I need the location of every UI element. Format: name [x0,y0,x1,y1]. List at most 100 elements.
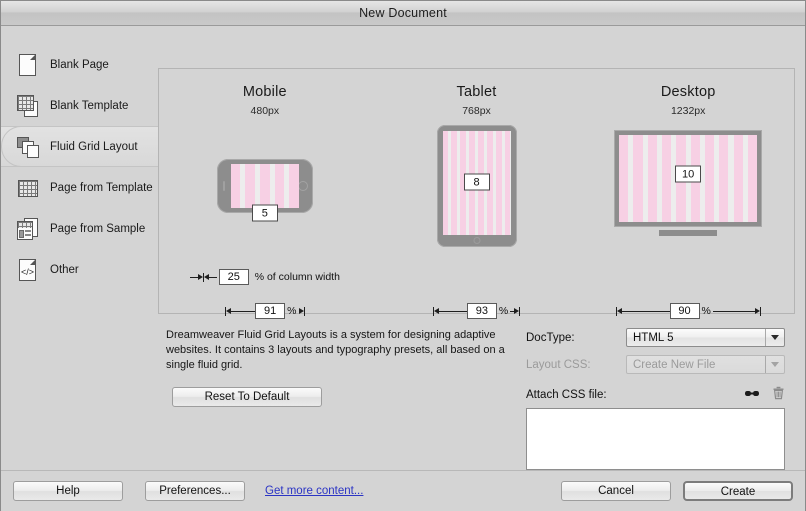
trash-icon[interactable] [772,386,785,403]
device-title: Mobile [242,84,287,100]
sidebar-item-label: Other [50,263,79,276]
grid-column-stripe [647,135,657,222]
layout-css-select: Create New File [626,355,785,374]
grid-column-stripe [274,164,285,208]
dialog-footer: Help Preferences... Get more content... … [1,470,805,511]
doctype-row: DocType: HTML 5 [526,328,785,347]
phone-screen [230,164,299,208]
doctype-selected-value: HTML 5 [633,331,674,344]
page-from-sample-icon [15,216,41,242]
layout-css-selected-value: Create New File [633,358,716,371]
device-stage-desktop: 10 90 % [582,117,794,319]
blank-page-icon [15,52,41,78]
gutter-input-mobile[interactable]: 25 [218,269,249,285]
fluid-grid-layout-icon [15,134,41,160]
width-measure-mobile: 91 % [159,303,371,319]
grid-column-stripe [451,131,458,235]
code-other-icon: </> [15,257,41,283]
doctype-select[interactable]: HTML 5 [626,328,785,347]
sidebar-item-label: Page from Template [50,181,153,194]
sidebar-item-other[interactable]: </> Other [1,249,158,290]
grid-column-stripe [747,135,758,222]
column-count-input-mobile[interactable]: 5 [251,204,278,222]
monitor-stand-graphic [659,230,718,236]
layout-css-label: Layout CSS: [526,358,591,371]
create-button[interactable]: Create [683,481,793,501]
new-document-dialog: New Document Blank Page Blank Template F… [0,0,806,511]
sidebar-item-page-from-sample[interactable]: Page from Sample [1,208,158,249]
chevron-down-icon [765,356,784,373]
grid-column-stripe [230,164,241,208]
width-input-desktop[interactable]: 90 [669,303,700,319]
link-chain-icon[interactable] [744,387,760,402]
grid-column-stripe [633,135,643,222]
device-stage-mobile: 5 25 % of column width 91 % [159,117,371,319]
device-stage-tablet: 8 93 % [371,117,583,319]
width-measure-tablet: 93 % [371,303,583,319]
width-unit-mobile: % [287,305,297,317]
sidebar-item-page-from-template[interactable]: Page from Template [1,167,158,208]
device-title: Tablet [456,84,497,100]
device-title: Desktop [660,84,716,100]
doctype-label: DocType: [526,331,575,344]
dialog-titlebar: New Document [1,1,805,26]
column-stripes-mobile [230,164,299,208]
layout-css-row: Layout CSS: Create New File [526,355,785,374]
width-arrow-right-icon [298,305,305,317]
sidebar-item-label: Blank Page [50,58,109,71]
category-sidebar: Blank Page Blank Template Fluid Grid Lay… [1,26,158,470]
reset-to-default-button[interactable]: Reset To Default [172,387,322,407]
sidebar-item-fluid-grid-layout[interactable]: Fluid Grid Layout [1,126,158,167]
cancel-button[interactable]: Cancel [561,481,671,501]
sidebar-item-label: Fluid Grid Layout [50,140,138,153]
attach-css-actions [744,386,785,403]
width-arrow-right-icon [510,305,521,317]
lower-section: Dreamweaver Fluid Grid Layouts is a syst… [158,328,795,470]
dialog-body: Blank Page Blank Template Fluid Grid Lay… [1,26,805,470]
width-measure-desktop: 90 % [582,303,794,319]
width-arrow-left-icon [615,305,670,317]
attach-css-file-list[interactable] [526,408,785,470]
grid-column-stripe [719,135,729,222]
column-count-input-desktop[interactable]: 10 [675,165,702,183]
chevron-down-icon [765,329,784,346]
phone-speaker-icon [222,181,225,191]
sidebar-item-blank-page[interactable]: Blank Page [1,44,158,85]
grid-column-stripe [442,131,449,235]
grid-column-stripe [260,164,270,208]
grid-column-stripe [733,135,743,222]
main-panel: Mobile 480px 5 25 % of column width 91 %… [158,26,805,470]
sidebar-item-blank-template[interactable]: Blank Template [1,85,158,126]
grid-column-stripe [504,131,511,235]
grid-column-stripe [619,135,629,222]
help-button[interactable]: Help [13,481,123,501]
fluid-grid-preview: Mobile 480px 5 25 % of column width 91 %… [158,68,795,319]
device-previews: Mobile 480px 5 25 % of column width 91 %… [159,69,794,319]
preferences-button[interactable]: Preferences... [145,481,245,501]
page-from-template-icon [15,175,41,201]
width-arrow-left-icon [432,305,467,317]
attach-css-header: Attach CSS file: [526,386,785,403]
device-width-label: 480px [250,105,280,117]
description-section: Dreamweaver Fluid Grid Layouts is a syst… [158,328,526,470]
column-count-input-tablet[interactable]: 8 [463,173,490,191]
tablet-home-button-icon [473,237,480,244]
device-column-mobile: Mobile 480px 5 25 % of column width 91 % [159,69,371,319]
device-column-tablet: Tablet 768px 8 93 % [371,69,583,319]
dialog-title: New Document [359,6,447,20]
width-input-tablet[interactable]: 93 [466,303,497,319]
attach-css-label: Attach CSS file: [526,388,607,401]
options-section: DocType: HTML 5 Layout CSS: Create New F… [526,328,795,470]
grid-column-stripe [495,131,502,235]
width-arrow-left-icon [225,305,256,317]
blank-template-icon [15,93,41,119]
gutter-arrows-icon [189,271,217,283]
device-width-label: 768px [462,105,491,117]
description-text: Dreamweaver Fluid Grid Layouts is a syst… [166,329,505,371]
width-unit-desktop: % [701,305,711,317]
sidebar-item-label: Blank Template [50,99,129,112]
phone-home-button-icon [297,181,308,191]
width-input-mobile[interactable]: 91 [255,303,286,319]
get-more-content-link[interactable]: Get more content... [265,485,363,497]
gutter-unit-label: % of column width [254,271,340,283]
